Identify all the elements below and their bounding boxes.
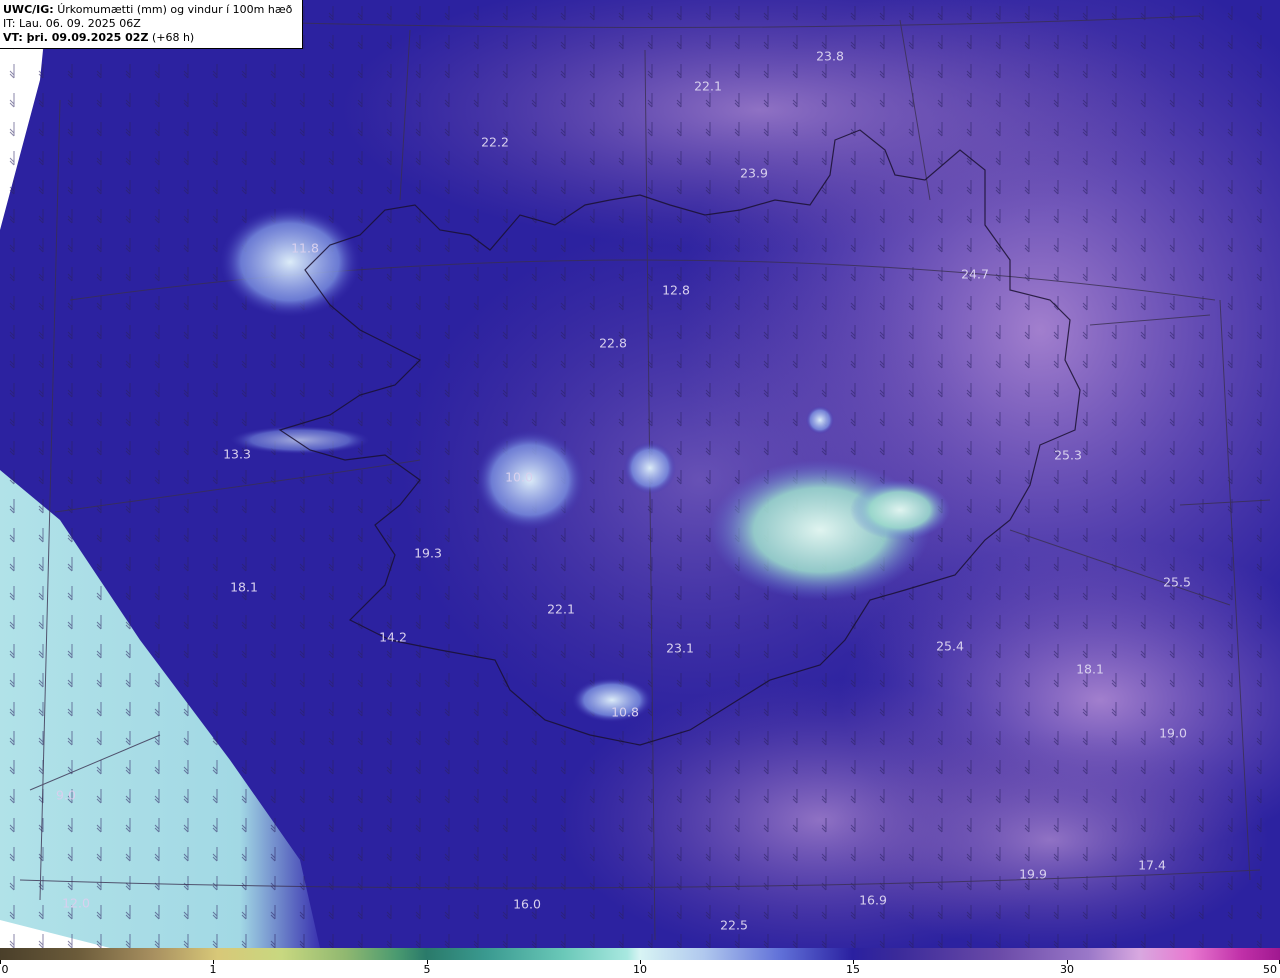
map-value-label: 11.8 xyxy=(291,241,319,256)
map-value-label: 16.0 xyxy=(513,897,541,912)
map-value-label: 16.9 xyxy=(859,893,887,908)
map-value-label: 23.8 xyxy=(816,49,844,64)
map-value-label: 22.1 xyxy=(547,602,575,617)
map-value-label: 9.0 xyxy=(56,788,76,803)
map-header: UWC/IG: Úrkomumætti (mm) og vindur í 100… xyxy=(0,0,303,49)
map-value-label: 10.8 xyxy=(611,705,639,720)
map-value-label: 23.9 xyxy=(740,166,768,181)
colorbar-tick-label: 5 xyxy=(423,963,431,976)
map-value-label: 24.7 xyxy=(961,267,989,282)
colorbar-tick-label: 50 xyxy=(1263,963,1277,976)
map-value-label: 22.5 xyxy=(720,918,748,933)
colorbar-tick-label: 0 xyxy=(1,963,9,976)
map-value-label: 22.2 xyxy=(481,135,509,150)
colorbar-tick-label: 1 xyxy=(209,963,217,976)
map-value-label: 18.1 xyxy=(230,580,258,595)
forecast-offset: (+68 h) xyxy=(151,31,195,44)
map-value-label: 23.1 xyxy=(666,641,694,656)
map-value-label: 25.5 xyxy=(1163,575,1191,590)
valid-time-line: VT: þri. 09.09.2025 02Z (+68 h) xyxy=(3,31,302,45)
precipitable-water-map: 23.8 22.1 22.2 23.9 11.8 24.7 12.8 22.8 13.3 25.3… xyxy=(0,0,1280,948)
model-name: UWC/IG: xyxy=(3,3,54,16)
title-line: UWC/IG: Úrkomumætti (mm) og vindur í 100… xyxy=(3,3,302,17)
map-value-label: 10.0 xyxy=(505,470,533,485)
colorbar: 0 1 5 10 15 30 50 xyxy=(0,948,1280,978)
map-value-label: 13.3 xyxy=(223,447,251,462)
map-value-label: 17.4 xyxy=(1138,858,1166,873)
map-value-label: 14.2 xyxy=(379,630,407,645)
map-value-label: 19.0 xyxy=(1159,726,1187,741)
init-time: IT: Lau. 06. 09. 2025 06Z xyxy=(3,17,141,30)
valid-time: VT: þri. 09.09.2025 02Z xyxy=(3,31,149,44)
map-title: Úrkomumætti (mm) og vindur í 100m hæð xyxy=(57,3,293,16)
colorbar-tick-label: 15 xyxy=(846,963,860,976)
map-value-label: 25.4 xyxy=(936,639,964,654)
map-value-label: 19.9 xyxy=(1019,867,1047,882)
map-value-label: 12.8 xyxy=(662,283,690,298)
colorbar-tick-label: 10 xyxy=(633,963,647,976)
map-value-label: 25.3 xyxy=(1054,448,1082,463)
map-value-label: 18.1 xyxy=(1076,662,1104,677)
map-value-label: 22.8 xyxy=(599,336,627,351)
colorbar-gradient xyxy=(0,948,1280,960)
colorbar-tick-label: 30 xyxy=(1060,963,1074,976)
map-value-label: 19.3 xyxy=(414,546,442,561)
map-value-label: 22.1 xyxy=(694,79,722,94)
map-value-label: 12.0 xyxy=(62,896,90,911)
